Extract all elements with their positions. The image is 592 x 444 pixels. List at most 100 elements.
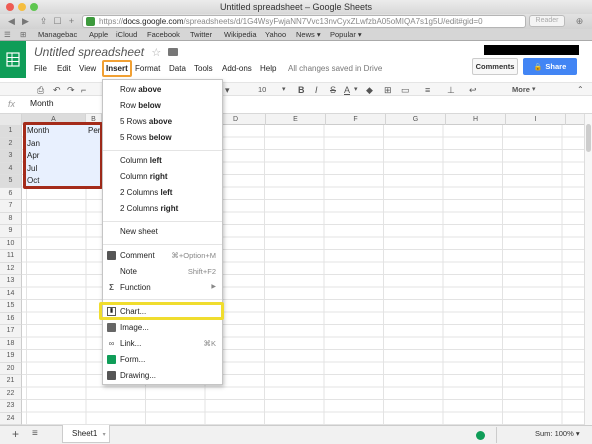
menu-tools[interactable]: Tools: [194, 64, 213, 73]
text-color-arrow-icon[interactable]: ▾: [354, 85, 358, 95]
column-header[interactable]: H: [446, 114, 506, 125]
row-header[interactable]: 2: [0, 137, 22, 150]
collapse-toolbar-icon[interactable]: ⌃: [577, 85, 584, 95]
menu-item-function[interactable]: Σ Function ▶: [103, 280, 222, 295]
menu-insert[interactable]: Insert: [102, 60, 132, 77]
close-window-icon[interactable]: [6, 3, 14, 11]
bookmark-item[interactable]: Apple: [89, 29, 108, 41]
row-header[interactable]: 22: [0, 387, 22, 400]
redo-icon[interactable]: ↷: [67, 85, 75, 95]
valign-icon[interactable]: ⊥: [447, 85, 455, 95]
bookmark-item[interactable]: Twitter: [190, 29, 212, 41]
row-header[interactable]: 5: [0, 175, 22, 188]
row-header[interactable]: 7: [0, 200, 22, 213]
menu-item-form[interactable]: Form...: [103, 352, 222, 367]
menu-item-column-right[interactable]: Column right: [103, 169, 222, 184]
add-icon[interactable]: +: [66, 16, 77, 27]
row-header[interactable]: 15: [0, 300, 22, 313]
menu-item-column-left[interactable]: Column left: [103, 153, 222, 168]
row-header[interactable]: 4: [0, 162, 22, 175]
row-header[interactable]: 23: [0, 400, 22, 413]
document-title[interactable]: Untitled spreadsheet: [34, 45, 144, 59]
column-header[interactable]: E: [266, 114, 326, 125]
row-header[interactable]: 13: [0, 275, 22, 288]
star-icon[interactable]: ☆: [151, 47, 161, 59]
menu-item-row-below[interactable]: Row below: [103, 98, 222, 113]
menu-item-link[interactable]: ∞ Link... ⌘K: [103, 336, 222, 351]
more-arrow-icon[interactable]: ▾: [532, 85, 536, 95]
row-header[interactable]: 17: [0, 325, 22, 338]
menu-item-drawing[interactable]: Drawing...: [103, 368, 222, 383]
menu-item-5-rows-above[interactable]: 5 Rows above: [103, 114, 222, 129]
print-icon[interactable]: ⎙: [37, 85, 44, 95]
menu-addons[interactable]: Add-ons: [222, 64, 252, 73]
row-header[interactable]: 6: [0, 187, 22, 200]
menu-item-2-columns-right[interactable]: 2 Columns right: [103, 201, 222, 216]
row-header[interactable]: 16: [0, 312, 22, 325]
sum-indicator[interactable]: Sum: 100% ▾: [535, 429, 580, 438]
menu-format[interactable]: Format: [135, 64, 160, 73]
row-header[interactable]: 3: [0, 150, 22, 163]
forward-icon[interactable]: ▶: [20, 16, 31, 27]
bookmark-item[interactable]: iCloud: [116, 29, 137, 41]
scrollbar-thumb[interactable]: [586, 124, 591, 152]
zoom-window-icon[interactable]: [30, 3, 38, 11]
menu-edit[interactable]: Edit: [57, 64, 71, 73]
formula-input[interactable]: Month: [30, 98, 54, 108]
menu-item-comment[interactable]: Comment ⌘+Option+M: [103, 248, 222, 263]
row-header[interactable]: 10: [0, 237, 22, 250]
row-header[interactable]: 14: [0, 287, 22, 300]
menu-item-5-rows-below[interactable]: 5 Rows below: [103, 130, 222, 145]
menu-help[interactable]: Help: [260, 64, 276, 73]
bookmark-item[interactable]: Yahoo: [265, 29, 286, 41]
bookmark-item[interactable]: Facebook: [147, 29, 180, 41]
font-dropdown-arrow-icon[interactable]: ▾: [225, 85, 230, 95]
strikethrough-icon[interactable]: S: [330, 85, 336, 95]
reading-list-icon[interactable]: ☐: [52, 16, 63, 27]
vertical-scrollbar[interactable]: [584, 114, 592, 425]
sheet-tab[interactable]: Sheet1 ▾: [62, 425, 110, 443]
show-all-bookmarks-icon[interactable]: ☰: [4, 29, 11, 41]
merge-cells-icon[interactable]: ▭: [401, 85, 410, 95]
menu-data[interactable]: Data: [169, 64, 186, 73]
menu-item-row-above[interactable]: Row above: [103, 82, 222, 97]
sheet-tab-arrow-icon[interactable]: ▾: [103, 432, 106, 438]
borders-icon[interactable]: ⊞: [384, 85, 392, 95]
add-sheet-icon[interactable]: +: [12, 427, 19, 441]
share-page-icon[interactable]: ⇪: [38, 16, 49, 27]
share-button[interactable]: 🔒 Share: [523, 58, 577, 75]
comments-button[interactable]: Comments: [472, 58, 518, 75]
top-sites-icon[interactable]: ⊞: [20, 29, 26, 41]
bookmark-item[interactable]: News ▾: [296, 29, 321, 41]
column-header[interactable]: G: [386, 114, 446, 125]
row-header[interactable]: 12: [0, 262, 22, 275]
paint-format-icon[interactable]: ⌐: [81, 85, 86, 95]
font-size-arrow-icon[interactable]: ▾: [282, 85, 286, 95]
menu-item-image[interactable]: Image...: [103, 320, 222, 335]
select-all-corner[interactable]: [0, 114, 22, 125]
column-header[interactable]: I: [506, 114, 566, 125]
menu-view[interactable]: View: [79, 64, 96, 73]
sheets-logo-icon[interactable]: [0, 41, 26, 78]
wrap-icon[interactable]: ↩: [469, 85, 477, 95]
row-header[interactable]: 20: [0, 362, 22, 375]
all-sheets-icon[interactable]: ≡: [32, 428, 38, 439]
row-header[interactable]: 19: [0, 350, 22, 363]
row-header[interactable]: 24: [0, 412, 22, 425]
row-header[interactable]: 11: [0, 250, 22, 263]
row-header[interactable]: 18: [0, 337, 22, 350]
column-header[interactable]: F: [326, 114, 386, 125]
row-header[interactable]: 8: [0, 212, 22, 225]
align-icon[interactable]: ≡: [425, 85, 430, 95]
fill-color-icon[interactable]: ◆: [366, 85, 373, 95]
menu-item-note[interactable]: Note Shift+F2: [103, 264, 222, 279]
back-icon[interactable]: ◀: [6, 16, 17, 27]
minimize-window-icon[interactable]: [18, 3, 26, 11]
folder-icon[interactable]: [167, 48, 178, 56]
menu-item-new-sheet[interactable]: New sheet: [103, 224, 222, 239]
menu-file[interactable]: File: [34, 64, 47, 73]
row-header[interactable]: 9: [0, 225, 22, 238]
undo-icon[interactable]: ↶: [53, 85, 61, 95]
bold-icon[interactable]: B: [298, 85, 305, 95]
bookmark-item[interactable]: Wikipedia: [224, 29, 257, 41]
